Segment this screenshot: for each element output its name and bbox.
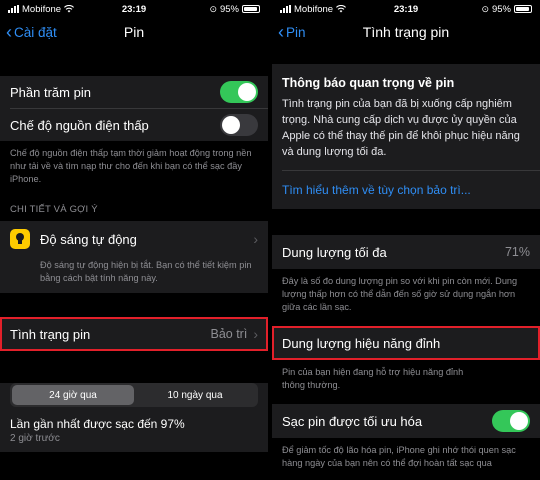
optimized-charging-label: Sạc pin được tối ưu hóa bbox=[282, 413, 423, 429]
toggle-knob bbox=[222, 116, 240, 134]
low-power-mode-row: Chế độ nguồn điện thấp bbox=[0, 109, 268, 141]
chevron-right-icon: › bbox=[253, 326, 258, 342]
notice-body: Tình trạng pin của bạn đã bị xuống cấp n… bbox=[282, 98, 520, 158]
status-bar: Mobifone 23:19 ⊙ 95% bbox=[272, 0, 540, 18]
notice-title: Thông báo quan trọng về pin bbox=[282, 76, 455, 90]
battery-options-group: Phần trăm pin Chế độ nguồn điện thấp bbox=[0, 76, 268, 141]
peak-performance-label: Dung lượng hiệu năng đỉnh bbox=[282, 335, 441, 351]
auto-brightness-group: Độ sáng tự động › Độ sáng tự động hiện b… bbox=[0, 221, 268, 293]
battery-health-content: Tình trạng pin Bảo trì › bbox=[0, 317, 268, 351]
low-power-mode-toggle[interactable] bbox=[220, 114, 258, 136]
segment-24h[interactable]: 24 giờ qua bbox=[12, 385, 134, 405]
peak-performance-footer: Pin của bạn hiện đang hỗ trợ hiệu năng đ… bbox=[282, 367, 464, 390]
learn-more-link[interactable]: Tìm hiểu thêm về tùy chọn bảo trì... bbox=[272, 171, 540, 209]
optimized-charging-row: Sạc pin được tối ưu hóa bbox=[272, 404, 540, 438]
battery-health-value: Bảo trì bbox=[210, 327, 248, 341]
battery-icon bbox=[242, 5, 260, 13]
nav-bar: ‹ Pin Tình trạng pin bbox=[272, 18, 540, 46]
toggle-knob bbox=[510, 412, 528, 430]
low-power-mode-label: Chế độ nguồn điện thấp bbox=[10, 117, 149, 133]
peak-performance-row: Dung lượng hiệu năng đỉnh bbox=[272, 326, 540, 360]
peak-performance-content: Dung lượng hiệu năng đỉnh bbox=[272, 326, 540, 360]
back-label: Pin bbox=[286, 24, 306, 40]
battery-icon bbox=[514, 5, 532, 13]
auto-brightness-row[interactable]: Độ sáng tự động › bbox=[0, 221, 268, 257]
toggle-knob bbox=[238, 83, 256, 101]
chevron-left-icon: ‹ bbox=[278, 22, 284, 42]
optimized-charging-content: Sạc pin được tối ưu hóa bbox=[272, 404, 540, 438]
clock: 23:19 bbox=[121, 3, 147, 15]
time-range-segmented-control: 24 giờ qua 10 ngày qua bbox=[10, 383, 258, 407]
max-capacity-label: Dung lượng tối đa bbox=[282, 244, 387, 260]
battery-percentage-label: Phần trăm pin bbox=[10, 84, 91, 100]
segment-10d[interactable]: 10 ngày qua bbox=[134, 385, 256, 405]
screenshot-composite: Mobifone 23:19 ⊙ 95% ‹ Cài đặt Pin Phần t… bbox=[0, 0, 540, 480]
auto-brightness-footer: Độ sáng tự động hiện bị tắt. Bạn có thể … bbox=[0, 257, 268, 293]
chevron-left-icon: ‹ bbox=[6, 22, 12, 42]
lightbulb-icon bbox=[10, 229, 30, 249]
page-title: Tình trạng pin bbox=[362, 24, 450, 40]
battery-settings-screen: Mobifone 23:19 ⊙ 95% ‹ Cài đặt Pin Phần t… bbox=[0, 0, 268, 480]
optimized-charging-toggle[interactable] bbox=[492, 410, 530, 432]
back-button[interactable]: ‹ Cài đặt bbox=[0, 23, 57, 41]
last-charged-text: Lần gần nhất được sạc đến 97% bbox=[10, 417, 185, 431]
battery-percentage-toggle[interactable] bbox=[220, 81, 258, 103]
max-capacity-value: 71% bbox=[504, 245, 530, 259]
max-capacity-content: Dung lượng tối đa 71% bbox=[272, 235, 540, 269]
usage-group: 24 giờ qua 10 ngày qua Lần gần nhất được… bbox=[0, 383, 268, 452]
battery-health-row[interactable]: Tình trạng pin Bảo trì › bbox=[0, 317, 268, 351]
optimized-charging-footer: Để giảm tốc độ lão hóa pin, iPhone ghi n… bbox=[282, 445, 516, 468]
status-bar: Mobifone 23:19 ⊙ 95% bbox=[0, 0, 268, 18]
battery-health-screen: Mobifone 23:19 ⊙ 95% ‹ Pin Tình trạng pin… bbox=[272, 0, 540, 480]
max-capacity-row: Dung lượng tối đa 71% bbox=[272, 235, 540, 269]
back-label: Cài đặt bbox=[14, 24, 57, 40]
battery-percentage-row: Phần trăm pin bbox=[0, 76, 268, 108]
low-power-footer: Chế độ nguồn điện thấp tạm thời giảm hoạ… bbox=[10, 148, 252, 184]
max-capacity-footer: Đây là số đo dung lượng pin so với khi p… bbox=[282, 276, 518, 312]
clock: 23:19 bbox=[393, 3, 419, 15]
section-header: CHI TIẾT VÀ GỢI Ý bbox=[10, 204, 98, 215]
battery-health-label: Tình trạng pin bbox=[10, 326, 91, 342]
important-notice-card: Thông báo quan trọng về pin Tình trạng p… bbox=[272, 64, 540, 209]
last-charged-time: 2 giờ trước bbox=[10, 433, 60, 444]
auto-brightness-label: Độ sáng tự động bbox=[40, 231, 137, 247]
chevron-right-icon: › bbox=[253, 231, 258, 247]
back-button[interactable]: ‹ Pin bbox=[272, 23, 306, 41]
nav-bar: ‹ Cài đặt Pin bbox=[0, 18, 268, 46]
